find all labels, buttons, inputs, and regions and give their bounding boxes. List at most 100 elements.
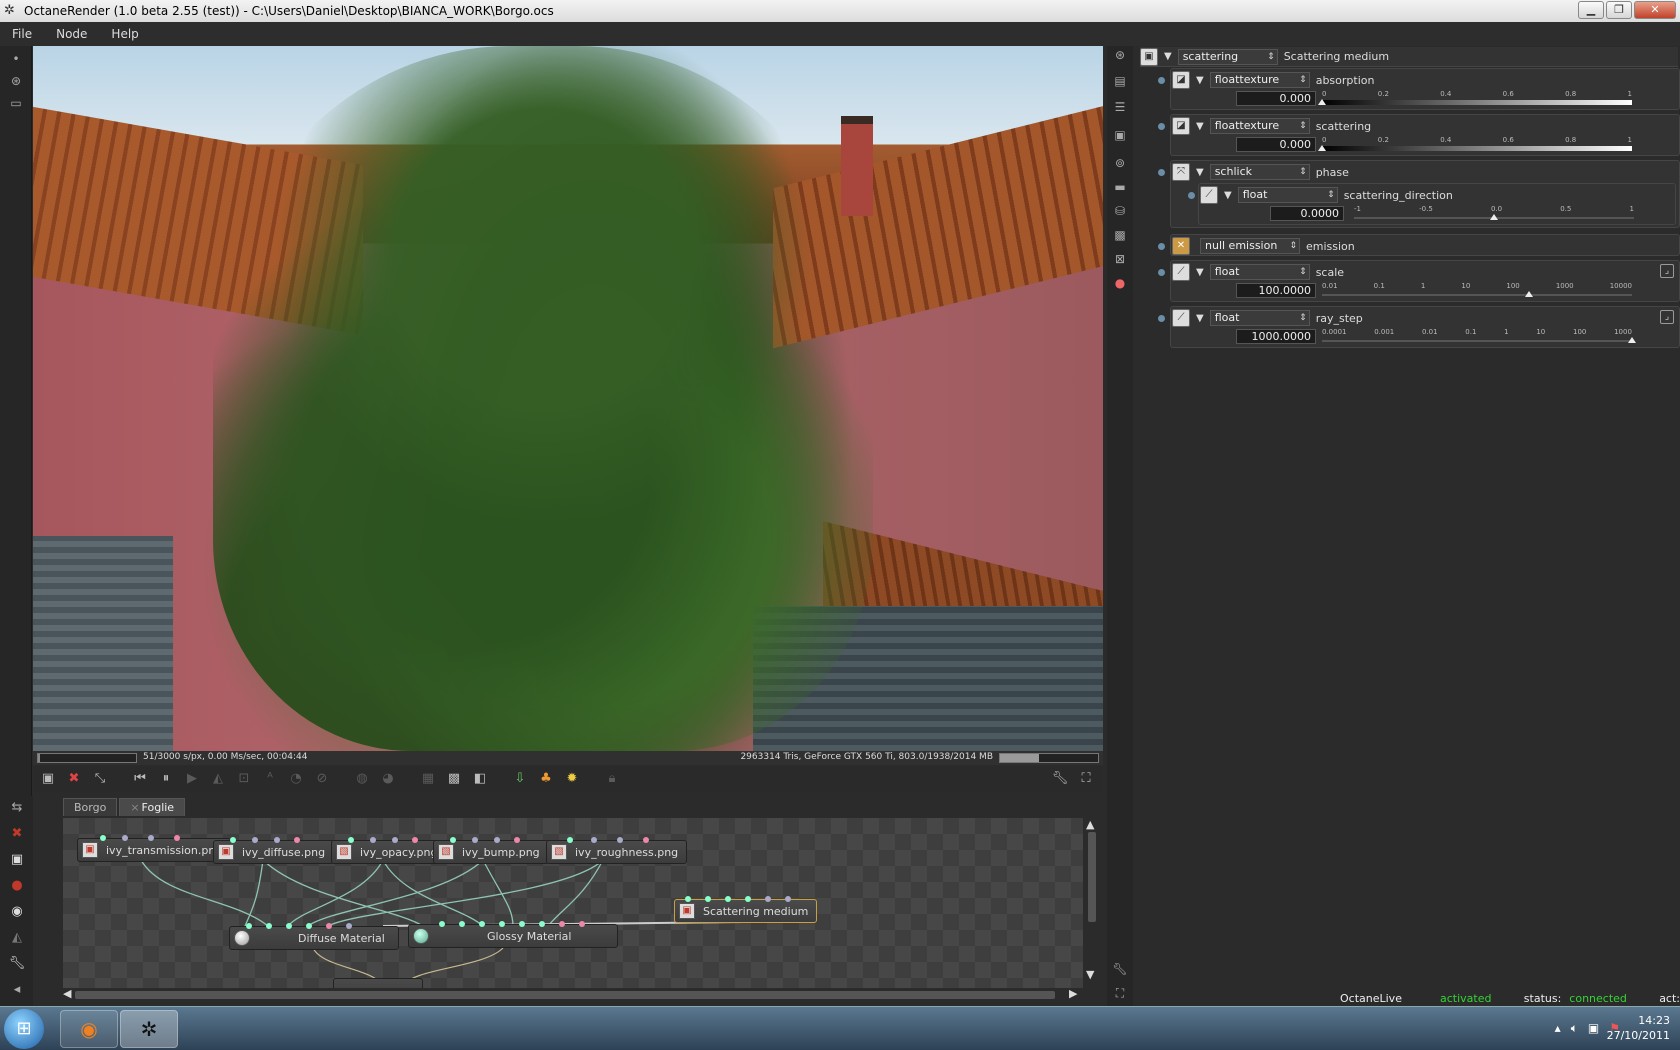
collapse-triangle-icon[interactable]: ▼ (1196, 313, 1204, 324)
node-ivy-opacity[interactable]: ▧ ivy_opacy.png (331, 837, 447, 864)
tab-foglie[interactable]: × Foglie (119, 798, 186, 816)
collapse-triangle-icon[interactable]: ▼ (1196, 75, 1204, 86)
inspector-fullscreen-icon[interactable]: ⛶ (1111, 986, 1129, 1004)
tab-close-icon[interactable]: × (130, 801, 139, 814)
graph-hscroll-thumb[interactable] (75, 991, 1055, 999)
log-scale-icon[interactable]: ⌟ (1660, 264, 1674, 278)
autofocus-icon[interactable]: ᴬ (261, 770, 279, 788)
slider-track[interactable] (1322, 146, 1632, 151)
absorption-value[interactable]: 0.000 (1236, 91, 1316, 106)
save-render-icon[interactable]: ▣ (39, 770, 57, 788)
collapse-triangle-icon[interactable]: ▼ (1164, 51, 1172, 62)
root-type-select[interactable]: scattering (1177, 48, 1278, 65)
close-button[interactable]: ✕ (1634, 1, 1676, 19)
log-scale-icon[interactable]: ⌟ (1660, 310, 1674, 324)
graph-layout-icon[interactable]: ⇆ (8, 800, 26, 818)
menu-file[interactable]: File (12, 27, 32, 41)
collapse-triangle-icon[interactable]: ▼ (1196, 267, 1204, 278)
settings-wrench-icon[interactable]: 🔧︎ (1051, 770, 1069, 788)
recenter-icon[interactable]: ⤡ (91, 770, 109, 788)
graph-wrench-icon[interactable]: 🔧︎ (8, 956, 26, 974)
material-picker-icon[interactable]: ⊘ (313, 770, 331, 788)
ray-step-type-select[interactable]: float (1209, 310, 1310, 326)
play-render-icon[interactable]: ▶ (183, 770, 201, 788)
grid-view-icon[interactable]: ▦ (419, 770, 437, 788)
camera-view-icon[interactable]: ⊛ (6, 74, 26, 92)
start-button-icon[interactable]: ⊞ (4, 1009, 44, 1049)
pause-render-icon[interactable]: ⏸ (157, 770, 175, 788)
white-balance-icon[interactable]: ◔ (287, 770, 305, 788)
scroll-left-icon[interactable]: ◀ (63, 987, 71, 1000)
slider-thumb[interactable] (1490, 214, 1498, 220)
node-ivy-bump[interactable]: ▧ ivy_bump.png (433, 837, 549, 864)
scattering-direction-slider[interactable]: -1 -0.5 0.0 0.5 1 (1354, 205, 1634, 221)
lock-viewport-icon[interactable]: ◍ (353, 770, 371, 788)
node-output-partial[interactable] (333, 978, 423, 988)
absorption-type-select[interactable]: floattexture (1209, 72, 1310, 88)
environment-icon[interactable]: ▣ (1111, 128, 1129, 146)
node-ivy-roughness[interactable]: ▧ ivy_roughness.png (546, 837, 688, 864)
graph-mesh-icon[interactable]: ◭ (8, 930, 26, 948)
slider-track[interactable] (1322, 100, 1632, 105)
node-ivy-transmission[interactable]: ▣ ivy_transmission.png (77, 835, 232, 862)
minus-box-icon[interactable]: ▭ (6, 96, 26, 114)
volume-icon[interactable]: 🔈︎ (1571, 1021, 1578, 1036)
slider-thumb[interactable] (1524, 291, 1533, 297)
ray-step-slider[interactable]: 0.0001 0.001 0.01 0.1 1 10 100 1000 (1322, 328, 1636, 344)
split-view-icon[interactable]: ◧ (471, 770, 489, 788)
collapse-triangle-icon[interactable]: ▼ (1224, 190, 1232, 201)
color-picker-icon[interactable]: ♣ (537, 770, 555, 788)
slider-thumb[interactable] (1628, 337, 1636, 343)
tab-borgo[interactable]: Borgo (63, 798, 118, 816)
scale-value[interactable]: 100.0000 (1236, 283, 1316, 298)
region-render-icon[interactable]: ⊡ (235, 770, 253, 788)
scroll-down-icon[interactable]: ▼ (1086, 968, 1094, 981)
graph-scroll-left-icon[interactable]: ◂ (8, 982, 26, 1000)
node-diffuse-material[interactable]: Diffuse Material (229, 923, 399, 950)
kernel-icon[interactable]: ⊚ (1111, 156, 1129, 174)
slider-thumb[interactable] (1318, 99, 1326, 105)
camera-settings-icon[interactable]: ⊛ (1111, 48, 1129, 66)
import-icon[interactable]: ⇩ (511, 770, 529, 788)
restart-render-icon[interactable]: ⏮ (131, 770, 149, 788)
imager-icon[interactable]: ▬ (1111, 180, 1129, 198)
scattering-type-select[interactable]: floattexture (1209, 118, 1310, 134)
object-picker-icon[interactable]: ◕ (379, 770, 397, 788)
texture-icon[interactable]: ⊠ (1111, 252, 1129, 270)
tray-expand-icon[interactable]: ▴ (1555, 1021, 1561, 1036)
image-icon[interactable]: ▩ (1111, 228, 1129, 246)
scattering-value[interactable]: 0.000 (1236, 137, 1316, 152)
ray-step-value[interactable]: 1000.0000 (1236, 329, 1316, 344)
database-icon[interactable]: ⛁ (1111, 204, 1129, 222)
scale-type-select[interactable]: float (1209, 264, 1310, 280)
checker-alpha-icon[interactable]: ▩ (445, 770, 463, 788)
slider-track[interactable] (1322, 340, 1632, 342)
node-ivy-diffuse[interactable]: ▣ ivy_diffuse.png (213, 837, 335, 864)
graph-texture-icon[interactable]: ◉ (8, 904, 26, 922)
menu-node[interactable]: Node (56, 27, 87, 41)
scattering-direction-type-select[interactable]: float (1237, 187, 1338, 203)
emission-type-select[interactable]: null emission (1200, 238, 1300, 254)
slider-track[interactable] (1322, 294, 1632, 296)
node-glossy-material[interactable]: Glossy Material (408, 921, 618, 948)
slider-thumb[interactable] (1318, 145, 1326, 151)
graph-horizontal-scrollbar[interactable]: ◀ ▶ (63, 987, 1083, 1002)
graph-material-icon[interactable]: ● (8, 878, 26, 896)
layers-icon[interactable]: ▤ (1111, 74, 1129, 92)
dock-handle-icon[interactable]: • (6, 52, 26, 70)
octane-taskbar-icon[interactable]: ✲ (120, 1010, 178, 1048)
collapse-triangle-icon[interactable]: ▼ (1196, 121, 1204, 132)
scroll-up-icon[interactable]: ▲ (1086, 818, 1094, 831)
graph-vertical-scrollbar[interactable]: ▲ ▼ (1083, 818, 1099, 988)
stack-icon[interactable]: ☰ (1111, 100, 1129, 118)
stop-render-icon[interactable]: ✖ (65, 770, 83, 788)
absorption-slider[interactable]: 0 0.2 0.4 0.6 0.8 1 (1318, 90, 1632, 106)
scattering-direction-value[interactable]: 0.0000 (1270, 206, 1344, 221)
maximize-button[interactable]: ❐ (1606, 1, 1632, 19)
material-icon[interactable]: ● (1111, 276, 1129, 294)
phase-type-select[interactable]: schlick (1209, 164, 1310, 180)
clay-mode-icon[interactable]: ◭ (209, 770, 227, 788)
graph-vscroll-thumb[interactable] (1088, 832, 1096, 922)
network-icon[interactable]: ▣ (1588, 1021, 1599, 1036)
node-scattering-medium[interactable]: ▣ Scattering medium (674, 896, 818, 923)
